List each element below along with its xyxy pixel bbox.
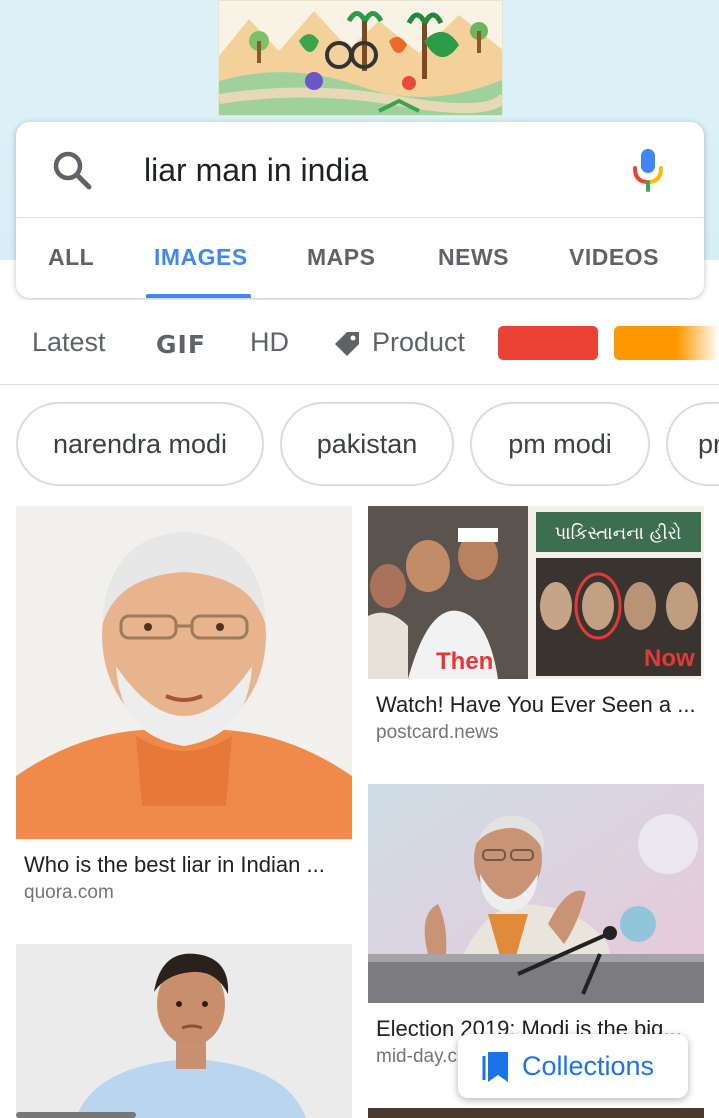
color-filter-orange[interactable] bbox=[614, 326, 719, 360]
tab-news[interactable]: NEWS bbox=[438, 244, 509, 271]
image-result[interactable] bbox=[368, 1108, 704, 1118]
result-source[interactable]: postcard.news bbox=[376, 722, 499, 744]
search-icon[interactable] bbox=[52, 150, 92, 190]
filter-product[interactable]: Product bbox=[372, 327, 465, 358]
chip-pm-modi[interactable]: pm modi bbox=[470, 402, 650, 486]
image-result[interactable]: પાકિસ્તાનના હીરો Then Now Watch! Have Yo… bbox=[368, 506, 704, 756]
google-doodle[interactable] bbox=[218, 0, 503, 116]
filter-gif[interactable]: GIF bbox=[156, 330, 206, 359]
filter-hd[interactable]: HD bbox=[250, 327, 289, 358]
image-result[interactable]: Who is the best liar in Indian ... quora… bbox=[16, 506, 352, 906]
then-label: Then bbox=[436, 648, 493, 675]
filter-latest[interactable]: Latest bbox=[32, 327, 106, 358]
mic-icon[interactable] bbox=[632, 148, 664, 192]
search-input[interactable]: liar man in india bbox=[144, 152, 368, 189]
result-source[interactable]: mid-day.c bbox=[376, 1046, 457, 1068]
related-searches: narendra modi pakistan pm modi pr bbox=[0, 400, 719, 490]
result-thumbnail[interactable]: પાકિસ્તાનના હીરો Then Now bbox=[368, 506, 704, 679]
result-caption[interactable]: Watch! Have You Ever Seen a ... bbox=[376, 692, 696, 718]
result-caption[interactable]: Who is the best liar in Indian ... bbox=[24, 852, 340, 878]
bookmark-icon bbox=[482, 1048, 512, 1084]
result-source[interactable]: quora.com bbox=[24, 882, 114, 904]
image-result[interactable] bbox=[16, 944, 352, 1118]
collections-button[interactable]: Collections bbox=[458, 1034, 688, 1098]
search-bar[interactable]: liar man in india bbox=[16, 122, 704, 218]
tab-all[interactable]: ALL bbox=[48, 244, 94, 271]
result-thumbnail[interactable] bbox=[16, 944, 352, 1118]
result-thumbnail[interactable] bbox=[16, 506, 352, 839]
active-tab-indicator bbox=[146, 294, 251, 298]
chip-pakistan[interactable]: pakistan bbox=[280, 402, 454, 486]
result-thumbnail[interactable] bbox=[368, 784, 704, 1003]
search-tabs: ALL IMAGES MAPS NEWS VIDEOS bbox=[16, 218, 704, 298]
tab-maps[interactable]: MAPS bbox=[307, 244, 375, 271]
tag-icon[interactable] bbox=[333, 330, 361, 358]
color-filter-red[interactable] bbox=[498, 326, 598, 360]
svg-text:પાકિસ્તાનના હીરો: પાકિસ્તાનના હીરો bbox=[555, 523, 682, 544]
search-card: liar man in india ALL IMAGES MAPS NEWS V… bbox=[16, 122, 704, 298]
chip-more[interactable]: pr bbox=[666, 402, 719, 486]
now-label: Now bbox=[644, 645, 695, 672]
collections-label: Collections bbox=[522, 1050, 655, 1081]
chip-narendra-modi[interactable]: narendra modi bbox=[16, 402, 264, 486]
tab-images[interactable]: IMAGES bbox=[154, 244, 248, 271]
tab-videos[interactable]: VIDEOS bbox=[569, 244, 659, 271]
